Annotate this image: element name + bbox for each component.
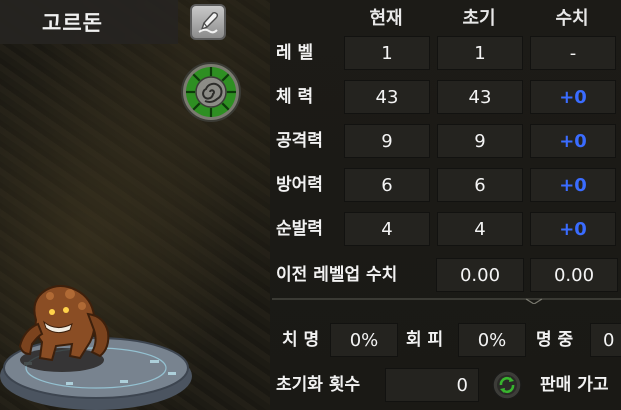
accuracy-label: 명 중 [536,330,574,350]
reset-count-value: 0 [385,368,479,402]
reset-count-label: 초기화 횟수 [276,375,361,395]
edit-name-button[interactable] [190,4,226,40]
accuracy-value-cell: 0 [590,323,621,357]
prev-levelup-value-2: 0.00 [530,258,618,292]
defense-value-cell: +0 [530,168,616,202]
agility-current-cell: 4 [344,212,430,246]
defense-current-cell: 6 [344,168,430,202]
character-name-bar: 고르돈 [0,0,178,44]
level-value-cell: - [530,36,616,70]
stat-label-defense: 방어력 [276,175,323,195]
spiral-shell-emblem-icon [181,62,241,122]
attack-initial-cell: 9 [437,124,523,158]
stat-label-agility: 순발력 [276,219,323,239]
section-divider [272,298,621,304]
sell-price-label: 판매 가고 [540,375,609,395]
stat-label-attack: 공격력 [276,131,323,151]
character-name: 고르돈 [42,11,103,35]
stat-label-hp: 체 력 [276,87,314,107]
hp-initial-cell: 43 [437,80,523,114]
edit-pencil-icon [198,11,219,34]
level-current-cell: 1 [344,36,430,70]
agility-value-cell: +0 [530,212,616,246]
header-initial: 초기 [462,8,496,29]
hp-current-cell: 43 [344,80,430,114]
crit-value-cell: 0% [330,323,398,357]
hp-value-cell: +0 [530,80,616,114]
evade-label: 회 피 [406,330,444,350]
agility-initial-cell: 4 [437,212,523,246]
character-stage [0,285,192,410]
stat-label-level: 레 벨 [276,43,314,63]
prev-levelup-label: 이전 레벨업 수치 [276,265,398,285]
defense-initial-cell: 6 [437,168,523,202]
crit-label: 치 명 [282,330,320,350]
level-initial-cell: 1 [437,36,523,70]
attack-current-cell: 9 [344,124,430,158]
attack-value-cell: +0 [530,124,616,158]
prev-levelup-value-1: 0.00 [436,258,524,292]
header-value: 수치 [555,8,589,29]
header-current: 현재 [369,8,403,29]
refresh-green-icon[interactable] [492,370,522,400]
evade-value-cell: 0% [458,323,526,357]
